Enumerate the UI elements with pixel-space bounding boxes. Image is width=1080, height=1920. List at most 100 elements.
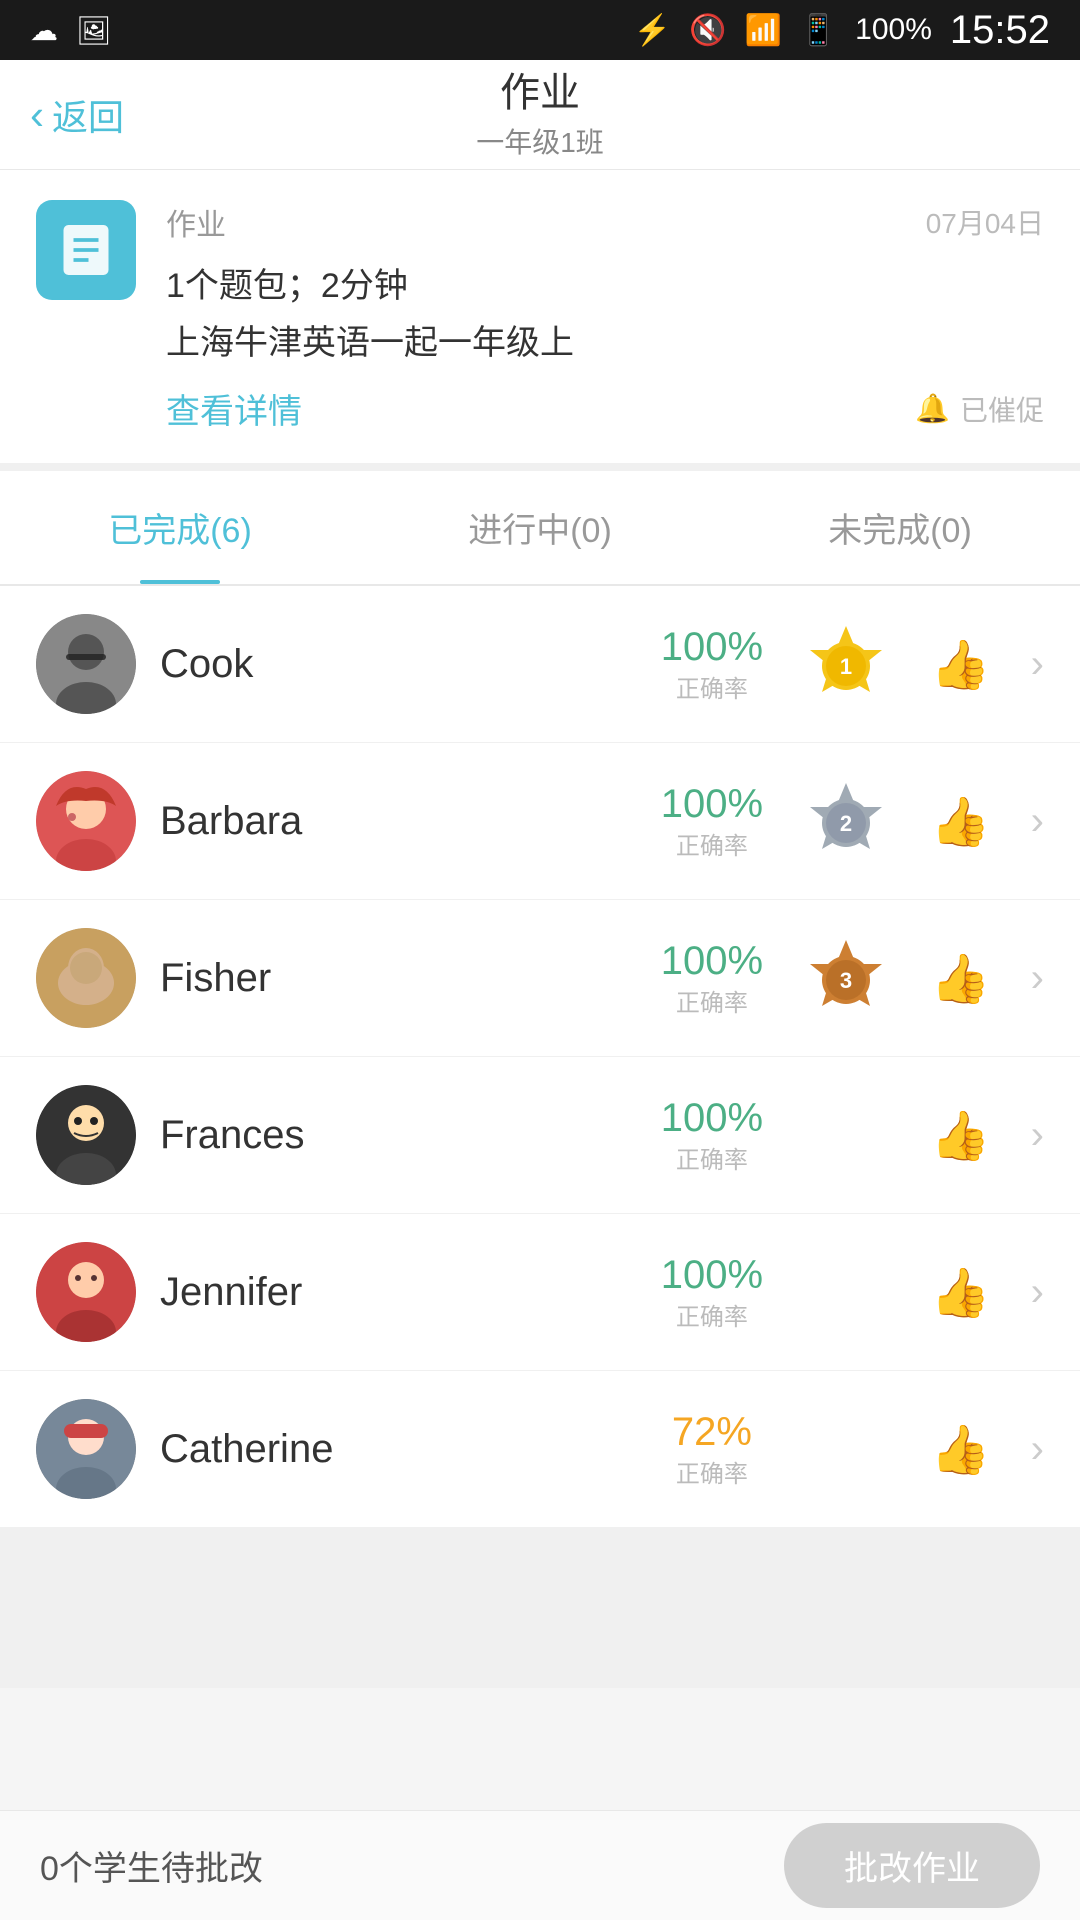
score-label: 正确率 bbox=[647, 1140, 777, 1175]
like-button[interactable]: 👍 bbox=[931, 636, 991, 693]
tab-notcompleted-label: 未完成(0) bbox=[828, 512, 972, 550]
score-block: 100% 正确率 bbox=[647, 782, 777, 861]
score-block: 100% 正确率 bbox=[647, 1253, 777, 1332]
score-label: 正确率 bbox=[647, 669, 777, 704]
avatar bbox=[36, 771, 136, 871]
bottom-bar: 0个学生待批改 批改作业 bbox=[0, 1810, 1080, 1920]
avatar bbox=[36, 1242, 136, 1342]
back-label: 返回 bbox=[52, 89, 124, 141]
avatar bbox=[36, 1085, 136, 1185]
tab-completed[interactable]: 已完成(6) bbox=[0, 471, 360, 584]
student-name: Frances bbox=[160, 1113, 623, 1158]
remind-button[interactable]: 🔔 已催促 bbox=[915, 389, 1044, 429]
tabs-container: 已完成(6) 进行中(0) 未完成(0) bbox=[0, 471, 1080, 586]
like-button[interactable]: 👍 bbox=[931, 1421, 991, 1478]
like-button[interactable]: 👍 bbox=[931, 1107, 991, 1164]
chevron-right-icon: › bbox=[1031, 1270, 1044, 1315]
image-icon: 🖼 bbox=[76, 14, 112, 47]
list-item: Fisher 100% 正确率 3 👍 › bbox=[0, 900, 1080, 1057]
back-button[interactable]: ‹ 返回 bbox=[30, 89, 124, 141]
score-percent: 100% bbox=[647, 625, 777, 669]
status-bar: ☁ 🖼 ⚡ 🔇 📶 📱 100% 15:52 bbox=[0, 0, 1080, 60]
silver-medal-icon: 2 bbox=[804, 779, 888, 863]
student-name: Barbara bbox=[160, 799, 623, 844]
time-display: 15:52 bbox=[950, 8, 1050, 53]
assignment-date: 07月04日 bbox=[926, 202, 1044, 242]
student-name: Fisher bbox=[160, 956, 623, 1001]
page-subtitle: 一年级1班 bbox=[476, 121, 604, 161]
signal-icon: 📱 bbox=[800, 13, 837, 48]
assignment-type-label: 作业 bbox=[166, 200, 226, 244]
score-block: 72% 正确率 bbox=[647, 1410, 777, 1489]
page-header: ‹ 返回 作业 一年级1班 bbox=[0, 60, 1080, 170]
bell-icon: 🔔 bbox=[915, 392, 950, 425]
rank-medal-gold: 1 bbox=[801, 619, 891, 709]
chevron-right-icon: › bbox=[1031, 642, 1044, 687]
list-item: Barbara 100% 正确率 2 👍 › bbox=[0, 743, 1080, 900]
list-item: Catherine 72% 正确率 👍 › bbox=[0, 1371, 1080, 1528]
gold-medal-icon: 1 bbox=[804, 622, 888, 706]
assignment-card: 作业 07月04日 1个题包；2分钟 上海牛津英语一起一年级上 查看详情 🔔 已… bbox=[0, 170, 1080, 471]
pending-students-text: 0个学生待批改 bbox=[40, 1841, 263, 1890]
score-percent: 72% bbox=[647, 1410, 777, 1454]
fisher-avatar-icon bbox=[36, 928, 136, 1028]
remind-label: 已催促 bbox=[960, 389, 1044, 429]
page-title: 作业 bbox=[500, 69, 580, 117]
score-label: 正确率 bbox=[647, 1297, 777, 1332]
list-item: Jennifer 100% 正确率 👍 › bbox=[0, 1214, 1080, 1371]
avatar bbox=[36, 614, 136, 714]
svg-text:3: 3 bbox=[840, 968, 852, 993]
score-block: 100% 正确率 bbox=[647, 939, 777, 1018]
battery-label: 100% bbox=[855, 13, 932, 47]
cook-avatar-icon bbox=[36, 614, 136, 714]
chevron-right-icon: › bbox=[1031, 1113, 1044, 1158]
rank-medal-silver: 2 bbox=[801, 776, 891, 866]
like-button[interactable]: 👍 bbox=[931, 1264, 991, 1321]
status-right: ⚡ 🔇 📶 📱 100% 15:52 bbox=[634, 8, 1050, 53]
avatar bbox=[36, 928, 136, 1028]
tab-inprogress[interactable]: 进行中(0) bbox=[360, 471, 720, 584]
list-item: Frances 100% 正确率 👍 › bbox=[0, 1057, 1080, 1214]
student-name: Catherine bbox=[160, 1427, 623, 1472]
status-icons: ☁ 🖼 bbox=[30, 14, 112, 47]
chevron-right-icon: › bbox=[1031, 956, 1044, 1001]
bronze-medal-icon: 3 bbox=[804, 936, 888, 1020]
chevron-right-icon: › bbox=[1031, 799, 1044, 844]
avatar bbox=[36, 1399, 136, 1499]
score-percent: 100% bbox=[647, 939, 777, 983]
score-block: 100% 正确率 bbox=[647, 625, 777, 704]
score-percent: 100% bbox=[647, 1096, 777, 1140]
assignment-desc1: 1个题包；2分钟 bbox=[166, 258, 1044, 307]
score-label: 正确率 bbox=[647, 1454, 777, 1489]
score-block: 100% 正确率 bbox=[647, 1096, 777, 1175]
frances-avatar-icon bbox=[36, 1085, 136, 1185]
weather-icon: ☁ bbox=[30, 14, 58, 47]
barbara-avatar-icon bbox=[36, 771, 136, 871]
catherine-avatar-icon bbox=[36, 1399, 136, 1499]
student-list: Cook 100% 正确率 1 👍 › bbox=[0, 586, 1080, 1528]
assignment-desc2: 上海牛津英语一起一年级上 bbox=[166, 315, 1044, 364]
tab-completed-label: 已完成(6) bbox=[108, 512, 252, 550]
student-name: Jennifer bbox=[160, 1270, 623, 1315]
score-percent: 100% bbox=[647, 782, 777, 826]
tab-notcompleted[interactable]: 未完成(0) bbox=[720, 471, 1080, 584]
assignment-details: 作业 07月04日 1个题包；2分钟 上海牛津英语一起一年级上 查看详情 🔔 已… bbox=[166, 200, 1044, 433]
jennifer-avatar-icon bbox=[36, 1242, 136, 1342]
chevron-right-icon: › bbox=[1031, 1427, 1044, 1472]
score-label: 正确率 bbox=[647, 826, 777, 861]
rank-medal-bronze: 3 bbox=[801, 933, 891, 1023]
svg-text:2: 2 bbox=[840, 811, 852, 836]
wifi-icon: 📶 bbox=[744, 13, 781, 48]
like-button[interactable]: 👍 bbox=[931, 793, 991, 850]
bluetooth-icon: ⚡ bbox=[634, 13, 671, 48]
like-button[interactable]: 👍 bbox=[931, 950, 991, 1007]
tab-inprogress-label: 进行中(0) bbox=[468, 512, 612, 550]
document-icon bbox=[56, 220, 116, 280]
grade-homework-button[interactable]: 批改作业 bbox=[784, 1823, 1040, 1908]
score-percent: 100% bbox=[647, 1253, 777, 1297]
view-detail-link[interactable]: 查看详情 bbox=[166, 384, 302, 433]
score-label: 正确率 bbox=[647, 983, 777, 1018]
list-item: Cook 100% 正确率 1 👍 › bbox=[0, 586, 1080, 743]
student-name: Cook bbox=[160, 642, 623, 687]
gray-spacer bbox=[0, 1528, 1080, 1688]
